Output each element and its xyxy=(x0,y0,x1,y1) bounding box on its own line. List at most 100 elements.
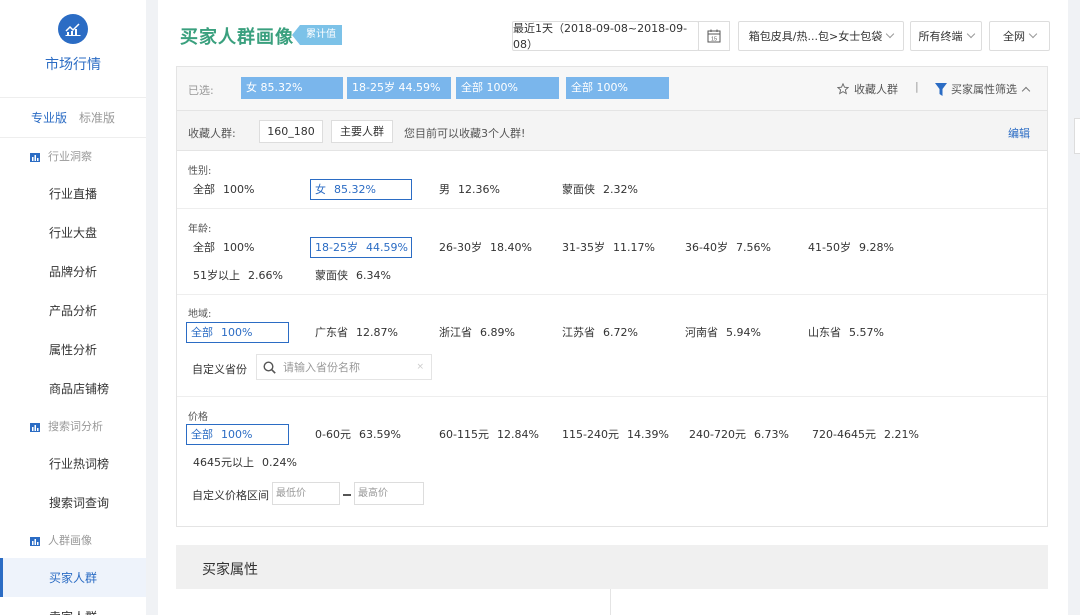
tag-arrow xyxy=(292,25,300,45)
selected-pill[interactable]: 18-25岁 44.59% xyxy=(347,77,451,99)
sidebar: 市场行情 专业版 标准版 行业洞察 行业直播 行业大盘 品牌分析 产品分析 属性… xyxy=(0,0,146,615)
divider: | xyxy=(915,80,919,93)
menu-item-product-analysis[interactable]: 产品分析 xyxy=(0,291,146,330)
region-section: 地域: 全部 100% 广东省 12.87% 浙江省 6.89% 江苏省 6.72% 河… xyxy=(177,295,1047,397)
menu-item-industry-overview[interactable]: 行业大盘 xyxy=(0,213,146,252)
menu-item-hot-keywords[interactable]: 行业热词榜 xyxy=(0,444,146,483)
menu-item-brand-analysis[interactable]: 品牌分析 xyxy=(0,252,146,291)
price-title: 价格 xyxy=(188,412,208,423)
age-option-36-40[interactable]: 36-40岁 7.56% xyxy=(680,237,790,258)
menu-item-industry-live[interactable]: 行业直播 xyxy=(0,174,146,213)
range-dash xyxy=(343,494,351,496)
bar-chart-icon xyxy=(30,422,40,432)
market-chart-icon xyxy=(58,14,88,44)
region-option-all[interactable]: 全部 100% xyxy=(186,322,289,343)
favorite-crowd-chip[interactable]: 主要人群 xyxy=(331,120,393,143)
price-option-all[interactable]: 全部 100% xyxy=(186,424,289,445)
page-title: 买家人群画像 xyxy=(180,27,294,48)
max-price-input[interactable]: 最高价 xyxy=(354,482,424,505)
menu-group-label: 人群画像 xyxy=(48,534,92,547)
favorite-crowds-label: 收藏人群: xyxy=(188,127,236,140)
price-option-720-4645[interactable]: 720-4645元 2.21% xyxy=(807,424,937,445)
chevron-down-icon xyxy=(885,29,895,39)
region-option-shandong[interactable]: 山东省 5.57% xyxy=(803,322,913,343)
price-section: 价格 全部 100% 0-60元 63.59% 60-115元 12.84% 115-… xyxy=(177,397,1047,525)
region-option-guangdong[interactable]: 广东省 12.87% xyxy=(310,322,420,343)
favorite-crowd-chip[interactable]: 160_180 xyxy=(259,120,323,143)
custom-province-label: 自定义省份 xyxy=(192,363,247,376)
selected-pill[interactable]: 全部 100% xyxy=(566,77,669,99)
age-option-all[interactable]: 全部 100% xyxy=(188,237,288,258)
age-option-51-plus[interactable]: 51岁以上 2.66% xyxy=(188,265,298,286)
calendar-button[interactable]: 15 xyxy=(698,21,730,51)
version-std-tab[interactable]: 标准版 xyxy=(79,109,115,126)
channel-label: 全网 xyxy=(1003,30,1025,43)
menu-item-seller-persona[interactable]: 卖家人群 xyxy=(0,597,146,615)
age-title: 年龄: xyxy=(188,224,212,235)
region-option-zhejiang[interactable]: 浙江省 6.89% xyxy=(434,322,544,343)
column-divider xyxy=(610,589,611,615)
menu-group-persona[interactable]: 人群画像 xyxy=(0,522,146,558)
age-option-26-30[interactable]: 26-30岁 18.40% xyxy=(434,237,544,258)
chevron-up-icon xyxy=(1021,86,1031,95)
menu-group-label: 搜索词分析 xyxy=(48,420,103,433)
gender-section: 性别: 全部 100% 女 85.32% 男 12.36% 蒙面侠 2.32% xyxy=(177,151,1047,209)
calendar-icon: 15 xyxy=(707,29,721,43)
sidebar-title: 市场行情 xyxy=(45,57,101,73)
date-range-button[interactable]: 最近1天（2018-09-08~2018-09-08） xyxy=(512,21,699,51)
svg-text:15: 15 xyxy=(711,37,717,43)
price-option-240-720[interactable]: 240-720元 6.73% xyxy=(684,424,804,445)
channel-dropdown[interactable]: 全网 xyxy=(989,21,1050,51)
date-range-label: 最近1天（2018-09-08~2018-09-08） xyxy=(513,22,688,51)
side-drawer-handle[interactable] xyxy=(1074,118,1080,154)
clear-icon[interactable]: × xyxy=(416,362,424,372)
star-icon xyxy=(837,83,849,95)
age-option-18-25[interactable]: 18-25岁 44.59% xyxy=(310,237,412,258)
buyer-attribute-filter-toggle[interactable]: 买家属性筛选 xyxy=(935,81,1031,97)
gender-option-male[interactable]: 男 12.36% xyxy=(434,179,534,200)
age-option-41-50[interactable]: 41-50岁 9.28% xyxy=(803,237,913,258)
filter-panel: 已选: 女 85.32% 18-25岁 44.59% 全部 100% 全部 10… xyxy=(176,66,1048,527)
main-content: 买家人群画像 累计值 最近1天（2018-09-08~2018-09-08） 1… xyxy=(158,0,1068,615)
menu-group-industry[interactable]: 行业洞察 xyxy=(0,138,146,174)
category-dropdown[interactable]: 箱包皮具/热...包>女士包袋 xyxy=(738,21,904,51)
age-option-unknown[interactable]: 蒙面侠 6.34% xyxy=(310,265,410,286)
edit-favorites-link[interactable]: 编辑 xyxy=(1008,125,1030,141)
terminal-dropdown[interactable]: 所有终端 xyxy=(910,21,982,51)
bar-chart-icon xyxy=(30,536,40,546)
version-pro-tab[interactable]: 专业版 xyxy=(31,109,67,126)
age-option-31-35[interactable]: 31-35岁 11.17% xyxy=(557,237,667,258)
gender-option-female[interactable]: 女 85.32% xyxy=(310,179,412,200)
buyer-attributes-header: 买家属性 xyxy=(176,545,1048,589)
menu-group-label: 行业洞察 xyxy=(48,150,92,163)
sidebar-header: 市场行情 xyxy=(0,0,146,98)
page-header: 买家人群画像 累计值 最近1天（2018-09-08~2018-09-08） 1… xyxy=(158,0,1068,66)
favorite-crowd-label: 收藏人群 xyxy=(854,83,898,96)
menu-group-search[interactable]: 搜索词分析 xyxy=(0,408,146,444)
region-option-jiangsu[interactable]: 江苏省 6.72% xyxy=(557,322,667,343)
menu-item-store-ranking[interactable]: 商品店铺榜 xyxy=(0,369,146,408)
selected-pill[interactable]: 全部 100% xyxy=(456,77,559,99)
selected-pill[interactable]: 女 85.32% xyxy=(241,77,343,99)
menu-item-buyer-persona[interactable]: 买家人群 xyxy=(0,558,146,597)
price-option-115-240[interactable]: 115-240元 14.39% xyxy=(557,424,677,445)
price-option-4645-plus[interactable]: 4645元以上 0.24% xyxy=(188,452,308,473)
gender-option-all[interactable]: 全部 100% xyxy=(188,179,288,200)
terminal-label: 所有终端 xyxy=(918,30,963,43)
search-icon xyxy=(263,360,276,374)
cumulative-tag: 累计值 xyxy=(292,25,342,45)
gender-title: 性别: xyxy=(188,166,212,177)
attr-filter-label: 买家属性筛选 xyxy=(951,83,1017,96)
custom-price-label: 自定义价格区间 xyxy=(192,489,269,502)
price-option-60-115[interactable]: 60-115元 12.84% xyxy=(434,424,549,445)
favorite-crowd-link[interactable]: 收藏人群 xyxy=(837,81,898,97)
region-option-henan[interactable]: 河南省 5.94% xyxy=(680,322,790,343)
menu-item-keyword-query[interactable]: 搜索词查询 xyxy=(0,483,146,522)
bar-chart-icon xyxy=(30,152,40,162)
min-price-input[interactable]: 最低价 xyxy=(272,482,340,505)
menu-item-attribute-analysis[interactable]: 属性分析 xyxy=(0,330,146,369)
price-option-0-60[interactable]: 0-60元 63.59% xyxy=(310,424,420,445)
gender-option-unknown[interactable]: 蒙面侠 2.32% xyxy=(557,179,657,200)
favorite-crowds-row: 收藏人群: 160_180 主要人群 您目前可以收藏3个人群! 编辑 xyxy=(177,111,1047,151)
province-search-input[interactable]: 请输入省份名称 × xyxy=(256,354,432,380)
